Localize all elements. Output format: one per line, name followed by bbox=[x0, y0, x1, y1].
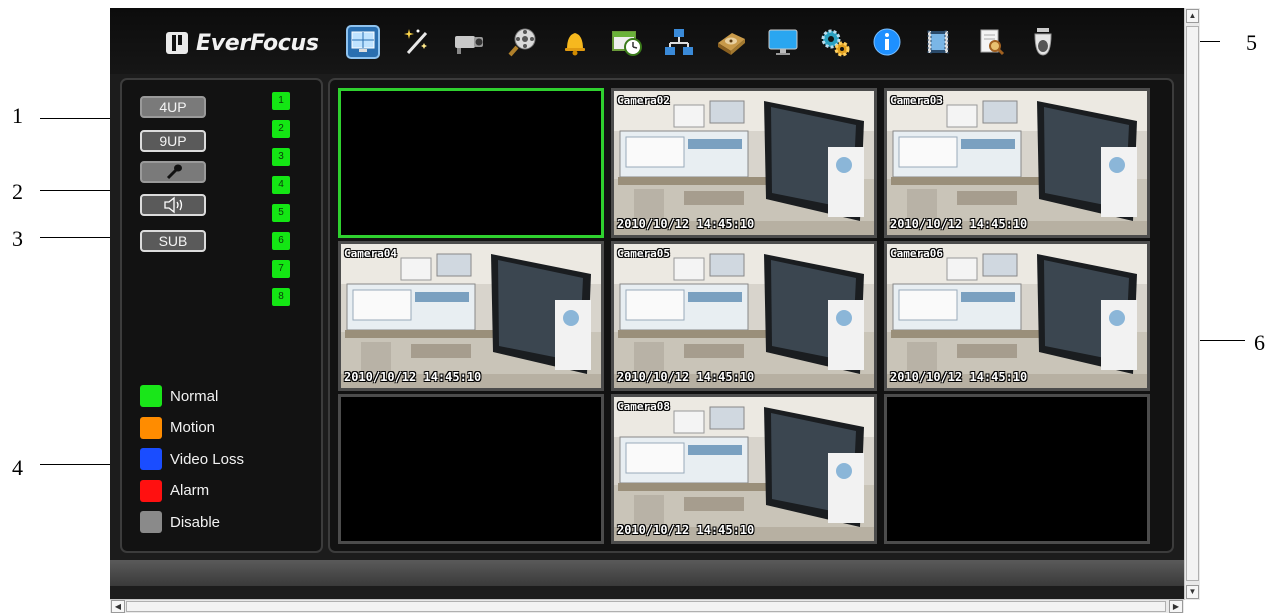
legend-label: Alarm bbox=[170, 482, 210, 499]
everfocus-logo-mark bbox=[166, 32, 188, 54]
legend-swatch bbox=[140, 385, 162, 407]
camera-view-tile[interactable]: Camera04 2010/10/12 14:45:10 bbox=[338, 241, 604, 391]
legend-item: Motion bbox=[140, 416, 216, 439]
camera-view-tile[interactable]: Camera02 2010/10/12 14:45:10 bbox=[611, 88, 877, 238]
dvr-app-window: EverFocus 4UP 9UP SUB 1 2 3 4 5 6 7 8 No… bbox=[110, 8, 1184, 600]
empty-camera-tile[interactable] bbox=[884, 394, 1150, 544]
horizontal-scrollbar[interactable]: ◀ ▶ bbox=[110, 599, 1184, 613]
status-bar bbox=[110, 560, 1184, 586]
wizard-icon[interactable] bbox=[400, 25, 434, 59]
vertical-scrollbar[interactable]: ▲ ▼ bbox=[1184, 8, 1200, 600]
legend-swatch bbox=[140, 448, 162, 470]
network-icon[interactable] bbox=[662, 25, 696, 59]
empty-camera-tile[interactable] bbox=[338, 394, 604, 544]
info-icon[interactable] bbox=[870, 25, 904, 59]
search-film-icon[interactable] bbox=[506, 25, 540, 59]
channel-indicator[interactable]: 1 bbox=[272, 92, 290, 110]
legend-swatch bbox=[140, 511, 162, 533]
everfocus-logo: EverFocus bbox=[166, 29, 319, 57]
channel-indicator[interactable]: 4 bbox=[272, 176, 290, 194]
camera-timestamp: 2010/10/12 14:45:10 bbox=[890, 217, 1028, 231]
speaker-button[interactable] bbox=[140, 194, 206, 216]
camera-view-tile[interactable]: Camera08 2010/10/12 14:45:10 bbox=[611, 394, 877, 544]
camera-timestamp: 2010/10/12 14:45:10 bbox=[344, 370, 482, 384]
video-clip-icon[interactable] bbox=[922, 25, 956, 59]
legend-swatch bbox=[140, 416, 162, 439]
camera-view-tile[interactable]: Camera03 2010/10/12 14:45:10 bbox=[884, 88, 1150, 238]
scroll-down-arrow-icon[interactable]: ▼ bbox=[1186, 585, 1199, 599]
callout-5: 5 bbox=[1246, 30, 1257, 55]
callout-3: 3 bbox=[12, 226, 23, 251]
callout-2: 2 bbox=[12, 179, 23, 204]
alarm-bell-icon[interactable] bbox=[558, 25, 592, 59]
legend-item: Disable bbox=[140, 511, 220, 533]
vertical-scroll-thumb[interactable] bbox=[1186, 26, 1199, 581]
empty-camera-tile[interactable] bbox=[338, 88, 604, 238]
live-view-icon[interactable] bbox=[346, 25, 380, 59]
settings-gears-icon[interactable] bbox=[818, 25, 852, 59]
camera-icon[interactable] bbox=[452, 25, 486, 59]
channel-indicator[interactable]: 7 bbox=[272, 260, 290, 278]
camera-timestamp: 2010/10/12 14:45:10 bbox=[617, 370, 755, 384]
hdd-icon[interactable] bbox=[714, 25, 748, 59]
legend-label: Motion bbox=[170, 419, 216, 436]
schedule-icon[interactable] bbox=[610, 25, 644, 59]
camera-timestamp: 2010/10/12 14:45:10 bbox=[890, 370, 1028, 384]
callout-6: 6 bbox=[1254, 330, 1265, 355]
legend-label: Disable bbox=[170, 513, 221, 531]
legend-label: Normal bbox=[170, 387, 219, 405]
legend-label: Video Loss bbox=[170, 450, 244, 468]
legend-item: Alarm bbox=[140, 479, 210, 502]
channel-indicator[interactable]: 2 bbox=[272, 120, 290, 138]
legend-item: Video Loss bbox=[140, 448, 244, 470]
logo-text: EverFocus bbox=[196, 30, 319, 56]
legend-swatch bbox=[140, 479, 162, 502]
camera-name-label: Camera04 bbox=[344, 247, 397, 260]
camera-name-label: Camera08 bbox=[617, 400, 670, 413]
camera-timestamp: 2010/10/12 14:45:10 bbox=[617, 217, 755, 231]
top-toolbar: EverFocus bbox=[110, 8, 1184, 74]
4up-button[interactable]: 4UP bbox=[140, 96, 206, 118]
scroll-up-arrow-icon[interactable]: ▲ bbox=[1186, 9, 1199, 23]
channel-indicator[interactable]: 6 bbox=[272, 232, 290, 250]
camera-name-label: Camera03 bbox=[890, 94, 943, 107]
dome-camera-icon[interactable] bbox=[1026, 25, 1060, 59]
callout-4: 4 bbox=[12, 455, 23, 480]
microphone-button[interactable] bbox=[140, 161, 206, 183]
sub-stream-button[interactable]: SUB bbox=[140, 230, 206, 252]
scroll-right-arrow-icon[interactable]: ▶ bbox=[1169, 600, 1183, 613]
camera-timestamp: 2010/10/12 14:45:10 bbox=[617, 523, 755, 537]
callout-1: 1 bbox=[12, 103, 23, 128]
camera-name-label: Camera06 bbox=[890, 247, 943, 260]
camera-name-label: Camera05 bbox=[617, 247, 670, 260]
left-control-panel: 4UP 9UP SUB 1 2 3 4 5 6 7 8 Normal Motion Video L… bbox=[120, 78, 323, 553]
camera-name-label: Camera02 bbox=[617, 94, 670, 107]
camera-view-tile[interactable]: Camera06 2010/10/12 14:45:10 bbox=[884, 241, 1150, 391]
horizontal-scroll-thumb[interactable] bbox=[126, 601, 1166, 612]
microphone-icon bbox=[166, 164, 182, 180]
channel-indicator[interactable]: 8 bbox=[272, 288, 290, 306]
channel-indicator[interactable]: 3 bbox=[272, 148, 290, 166]
9up-button[interactable]: 9UP bbox=[140, 130, 206, 152]
log-search-icon[interactable] bbox=[974, 25, 1008, 59]
camera-view-tile[interactable]: Camera05 2010/10/12 14:45:10 bbox=[611, 241, 877, 391]
legend-item: Normal bbox=[140, 385, 218, 407]
scroll-left-arrow-icon[interactable]: ◀ bbox=[111, 600, 125, 613]
channel-indicator[interactable]: 5 bbox=[272, 204, 290, 222]
camera-grid-panel: Camera02 2010/10/12 14:45:10 Camera03 2010/… bbox=[328, 78, 1174, 553]
display-icon[interactable] bbox=[766, 25, 800, 59]
speaker-icon bbox=[164, 196, 183, 214]
